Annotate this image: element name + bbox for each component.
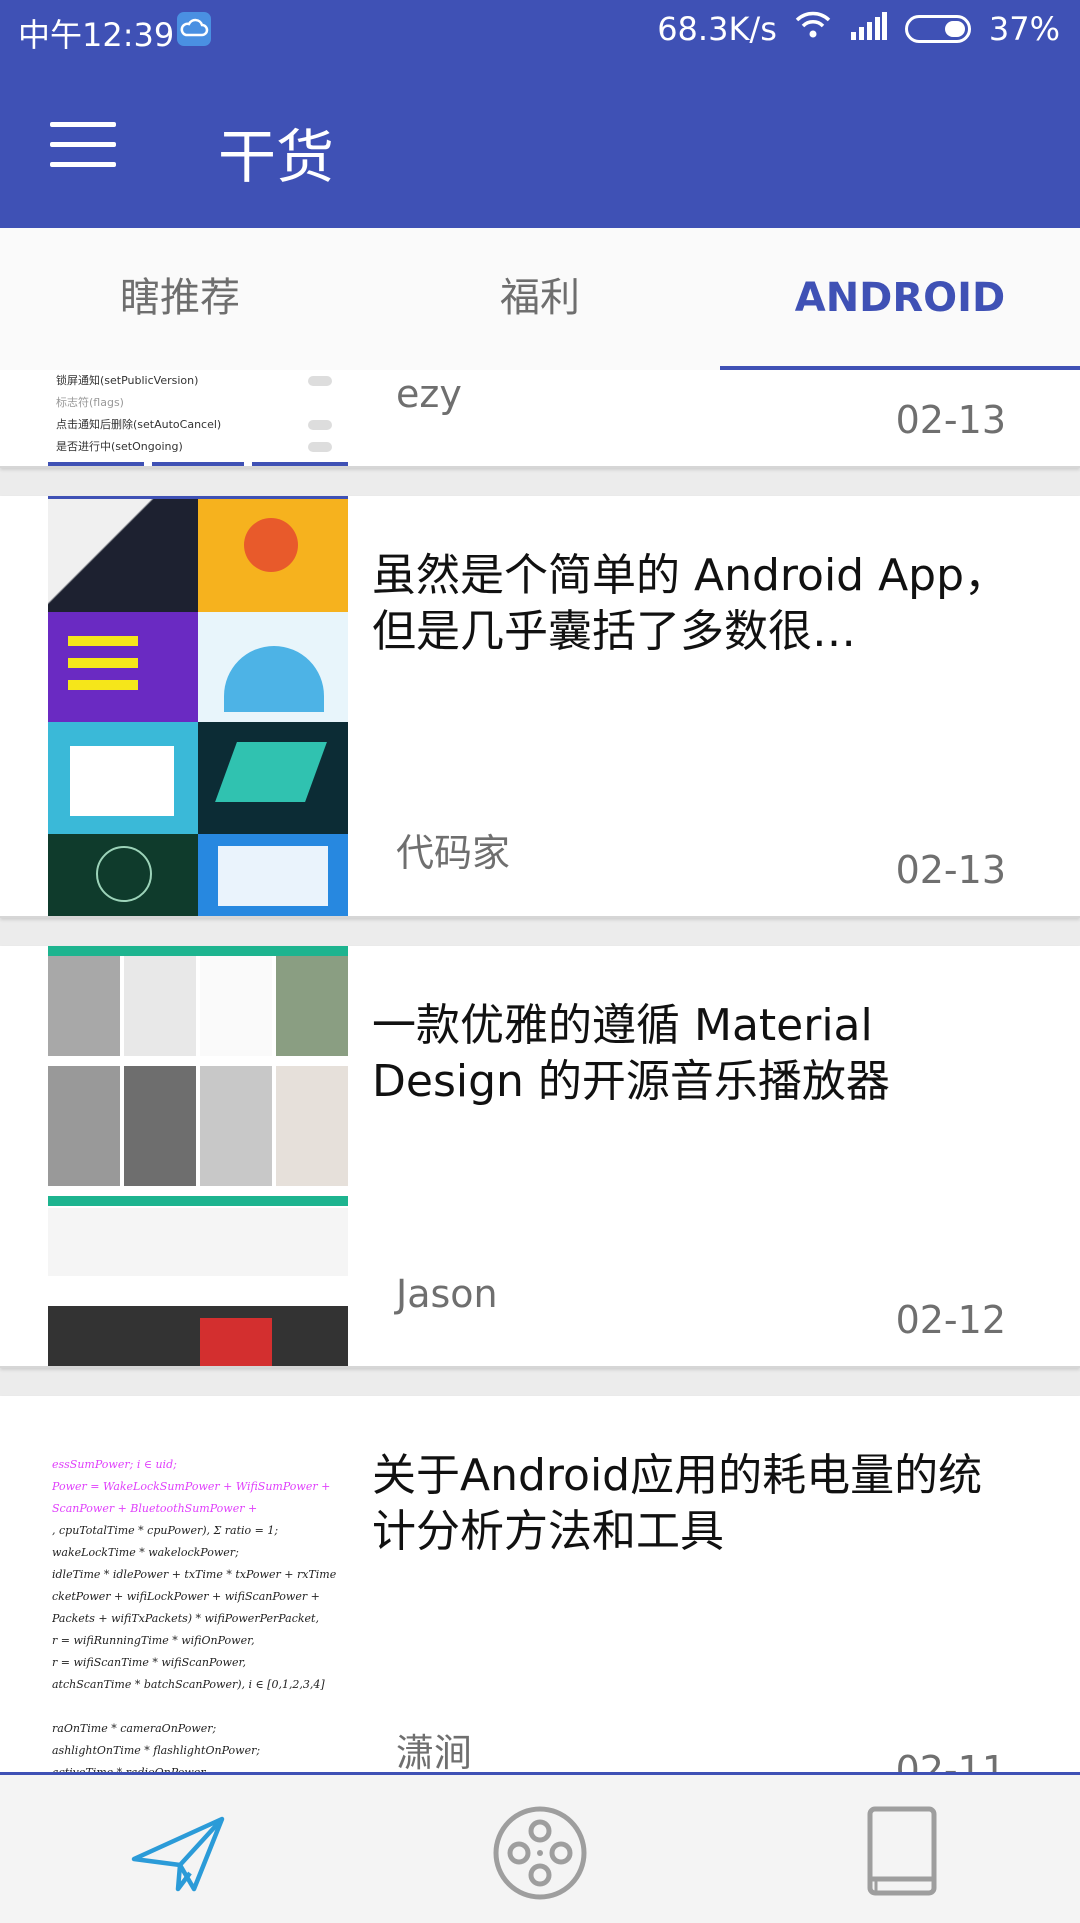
list-item[interactable]: 一款优雅的遵循 Material Design 的开源音乐播放器 Jason 0…: [0, 946, 1080, 1368]
thumb-text: 是否进行中(setOngoing): [56, 440, 183, 453]
article-list: 锁屏通知(setPublicVersion) 标志符(flags) 点击通知后删…: [0, 370, 1080, 1772]
book-icon[interactable]: [852, 1803, 952, 1903]
app-bar: 干货: [0, 60, 1080, 228]
battery-percent: 37%: [988, 10, 1060, 48]
article-author: ezy: [396, 372, 462, 416]
status-time: 中午12:39: [18, 16, 175, 54]
article-thumbnail: essSumPower; i ∈ uid; Power = WakeLockSu…: [48, 1396, 348, 1772]
menu-icon[interactable]: [50, 122, 116, 168]
tab-recommend[interactable]: 瞎推荐: [0, 228, 360, 370]
article-thumbnail: [48, 496, 348, 916]
cloud-icon: [177, 12, 211, 46]
page-title: 干货: [218, 123, 335, 191]
article-author: Jason: [396, 1272, 498, 1316]
net-speed: 68.3K/s: [657, 10, 777, 48]
list-item[interactable]: essSumPower; i ∈ uid; Power = WakeLockSu…: [0, 1396, 1080, 1772]
tab-bar: 瞎推荐 福利 ANDROID: [0, 228, 1080, 372]
article-author: 代码家: [396, 831, 511, 875]
tab-welfare[interactable]: 福利: [360, 228, 720, 370]
paper-plane-icon[interactable]: [128, 1803, 228, 1903]
article-title: 虽然是个简单的 Android App，但是几乎囊括了多数很…: [372, 550, 1009, 657]
bottom-nav: [0, 1772, 1080, 1923]
article-title: 关于Android应用的耗电量的统计分析方法和工具: [372, 1450, 983, 1557]
status-bar: 中午12:39 68.3K/s 37%: [0, 0, 1080, 60]
thumb-text: 锁屏通知(setPublicVersion): [56, 374, 199, 387]
battery-icon: [904, 15, 971, 43]
list-item[interactable]: 虽然是个简单的 Android App，但是几乎囊括了多数很… 代码家 02-1…: [0, 496, 1080, 918]
thumb-text: 标志符(flags): [56, 396, 124, 409]
article-date: 02-11: [895, 1748, 1006, 1772]
article-date: 02-12: [895, 1298, 1006, 1342]
article-date: 02-13: [895, 398, 1006, 442]
tab-android[interactable]: ANDROID: [720, 228, 1080, 372]
thumb-text: 点击通知后删除(setAutoCancel): [56, 418, 222, 431]
signal-icon: [849, 10, 887, 48]
wifi-icon: [795, 10, 831, 48]
list-item[interactable]: 锁屏通知(setPublicVersion) 标志符(flags) 点击通知后删…: [0, 370, 1080, 468]
article-date: 02-13: [895, 848, 1006, 892]
article-author: 潇涧: [396, 1731, 473, 1772]
article-thumbnail: 锁屏通知(setPublicVersion) 标志符(flags) 点击通知后删…: [48, 370, 348, 466]
film-reel-icon[interactable]: [490, 1803, 590, 1903]
article-title: 一款优雅的遵循 Material Design 的开源音乐播放器: [372, 1000, 890, 1107]
article-thumbnail: [48, 946, 348, 1366]
